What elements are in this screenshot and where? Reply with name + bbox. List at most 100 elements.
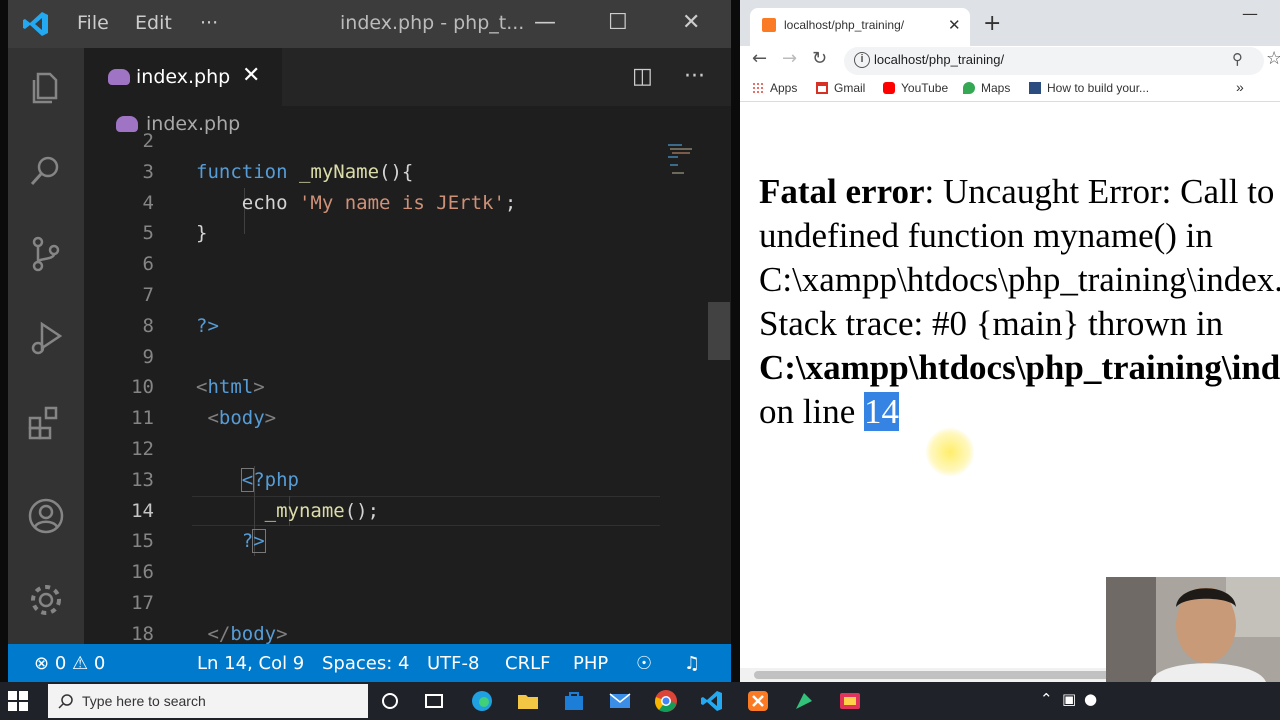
error-count: 0 (54, 653, 67, 674)
code-text: ?> (196, 314, 219, 337)
minimize-icon[interactable]: — (534, 10, 556, 35)
tab-label: index.php (136, 66, 231, 88)
menu-file[interactable]: File (77, 12, 109, 34)
code-line[interactable]: 4 echo 'My name is JErtk'; (84, 192, 684, 223)
code-line[interactable]: 11 <body> (84, 407, 684, 438)
code-line[interactable]: 16 (84, 561, 684, 592)
run-debug-icon[interactable] (26, 318, 66, 358)
microsoft-store-icon[interactable] (562, 689, 586, 713)
file-explorer-icon[interactable] (516, 689, 540, 713)
bookmark-label: Gmail (834, 81, 866, 95)
line-number: 13 (131, 468, 154, 491)
line-number: 18 (131, 622, 154, 645)
source-control-icon[interactable] (26, 234, 66, 274)
line-number: 10 (131, 376, 154, 399)
task-view-icon[interactable] (422, 689, 446, 713)
line-number: 16 (131, 561, 154, 584)
problems-indicator[interactable]: ⊗ 0 ⚠ 0 (34, 653, 105, 674)
app-taskbar-icon[interactable] (792, 689, 816, 713)
tab-close-icon[interactable]: ✕ (242, 63, 260, 88)
code-line[interactable]: 7 (84, 284, 684, 315)
line-number: 7 (142, 284, 154, 306)
settings-gear-icon[interactable] (26, 580, 66, 620)
explorer-icon[interactable] (26, 68, 66, 108)
split-editor-icon[interactable]: ◫ (632, 64, 653, 89)
code-line[interactable]: 13 <?php (84, 467, 684, 500)
code-line[interactable]: 12 (84, 438, 684, 469)
microphone-icon[interactable]: ● (1084, 690, 1097, 708)
tray-device-icon[interactable]: ▣ (1062, 690, 1076, 708)
line-number: 8 (142, 314, 154, 337)
xampp-taskbar-icon[interactable] (746, 689, 770, 713)
bookmark-apps[interactable]: Apps (752, 81, 797, 95)
code-line[interactable]: 3 function _myName(){ (84, 161, 684, 192)
reload-icon[interactable]: ↻ (812, 48, 827, 69)
taskbar-search-placeholder: Type here to search (82, 693, 206, 709)
code-line[interactable]: 6 (84, 253, 684, 284)
code-line[interactable]: 14 _myname(); (84, 500, 684, 531)
mail-icon[interactable] (608, 689, 632, 713)
close-window-icon[interactable]: ✕ (682, 10, 700, 35)
code-line[interactable]: 9 (84, 346, 684, 377)
line-ending[interactable]: CRLF (505, 653, 550, 674)
chrome-taskbar-icon[interactable] (654, 689, 678, 713)
error-line-2: undefined function myname() in (759, 216, 1213, 255)
line-number: 14 (131, 499, 154, 522)
browser-tab[interactable]: localhost/php_training/ ✕ (750, 8, 970, 46)
more-actions-icon[interactable]: ··· (684, 64, 705, 89)
activity-bar (8, 48, 84, 644)
language-mode[interactable]: PHP (573, 653, 608, 674)
account-icon[interactable] (26, 496, 66, 536)
bookmark-star-icon[interactable]: ☆ (1266, 48, 1280, 69)
bookmark-gmail[interactable]: Gmail (816, 81, 865, 95)
code-line[interactable]: 2 (84, 130, 684, 161)
code-editor[interactable]: 2 3 function _myName(){4 echo 'My name is … (84, 130, 731, 645)
vscode-titlebar: File Edit ··· index.php - php_t... — ☐ ✕ (8, 0, 731, 48)
scrollbar-thumb[interactable] (754, 671, 1114, 679)
taskbar-search-box[interactable]: Type here to search (48, 684, 368, 718)
code-line[interactable]: 10 <html> (84, 376, 684, 407)
browser-tab-close-icon[interactable]: ✕ (948, 16, 961, 34)
bookmark-how-to-build[interactable]: How to build your... (1029, 81, 1149, 95)
code-line[interactable]: 8 ?> (84, 315, 684, 346)
back-arrow-icon[interactable]: ← (752, 48, 767, 69)
tray-chevron-icon[interactable]: ⌃ (1040, 690, 1053, 708)
bookmark-youtube[interactable]: YouTube (883, 81, 948, 95)
browser-minimize-icon[interactable]: — (1242, 4, 1258, 23)
maximize-icon[interactable]: ☐ (608, 10, 628, 35)
extensions-icon[interactable] (26, 404, 66, 444)
code-line[interactable]: 17 (84, 592, 684, 623)
new-tab-plus-icon[interactable]: + (983, 11, 1001, 36)
editor-scrollbar[interactable] (708, 302, 730, 360)
cortana-icon[interactable] (378, 689, 402, 713)
code-line[interactable]: 5} (84, 222, 684, 253)
bookmarks-overflow-icon[interactable]: » (1236, 79, 1244, 95)
window-title: index.php - php_t... (340, 12, 525, 34)
gmail-icon (816, 82, 828, 94)
zoom-icon[interactable]: ⚲ (1232, 50, 1243, 68)
address-url: localhost/php_training/ (874, 52, 1005, 67)
edge-icon[interactable] (470, 689, 494, 713)
vscode-taskbar-icon[interactable] (700, 689, 724, 713)
code-text: </body> (207, 622, 288, 645)
feedback-icon[interactable]: ☉ (636, 653, 652, 674)
code-line[interactable]: 15 ?> (84, 529, 684, 561)
cursor-position[interactable]: Ln 14, Col 9 (197, 653, 304, 674)
minimap[interactable] (668, 142, 706, 182)
menu-edit[interactable]: Edit (135, 12, 172, 34)
browser-toolbar: ← → ↻ i localhost/php_training/ ⚲ ☆ (740, 46, 1280, 76)
address-bar[interactable]: i localhost/php_training/ ⚲ (844, 47, 1264, 75)
indentation[interactable]: Spaces: 4 (322, 653, 409, 674)
code-text: <body> (207, 407, 277, 430)
maps-pin-icon (963, 82, 975, 94)
encoding[interactable]: UTF-8 (427, 653, 479, 674)
windows-start-icon[interactable] (8, 691, 28, 711)
bookmark-maps[interactable]: Maps (963, 81, 1010, 95)
tab-index-php[interactable]: index.php ✕ (84, 48, 282, 106)
forward-arrow-icon[interactable]: → (782, 48, 797, 69)
search-icon[interactable] (26, 152, 66, 192)
notifications-bell-icon[interactable]: ♫ (684, 653, 700, 674)
recorder-taskbar-icon[interactable] (838, 689, 862, 713)
site-info-icon[interactable]: i (854, 52, 870, 68)
menu-more[interactable]: ··· (200, 12, 218, 34)
